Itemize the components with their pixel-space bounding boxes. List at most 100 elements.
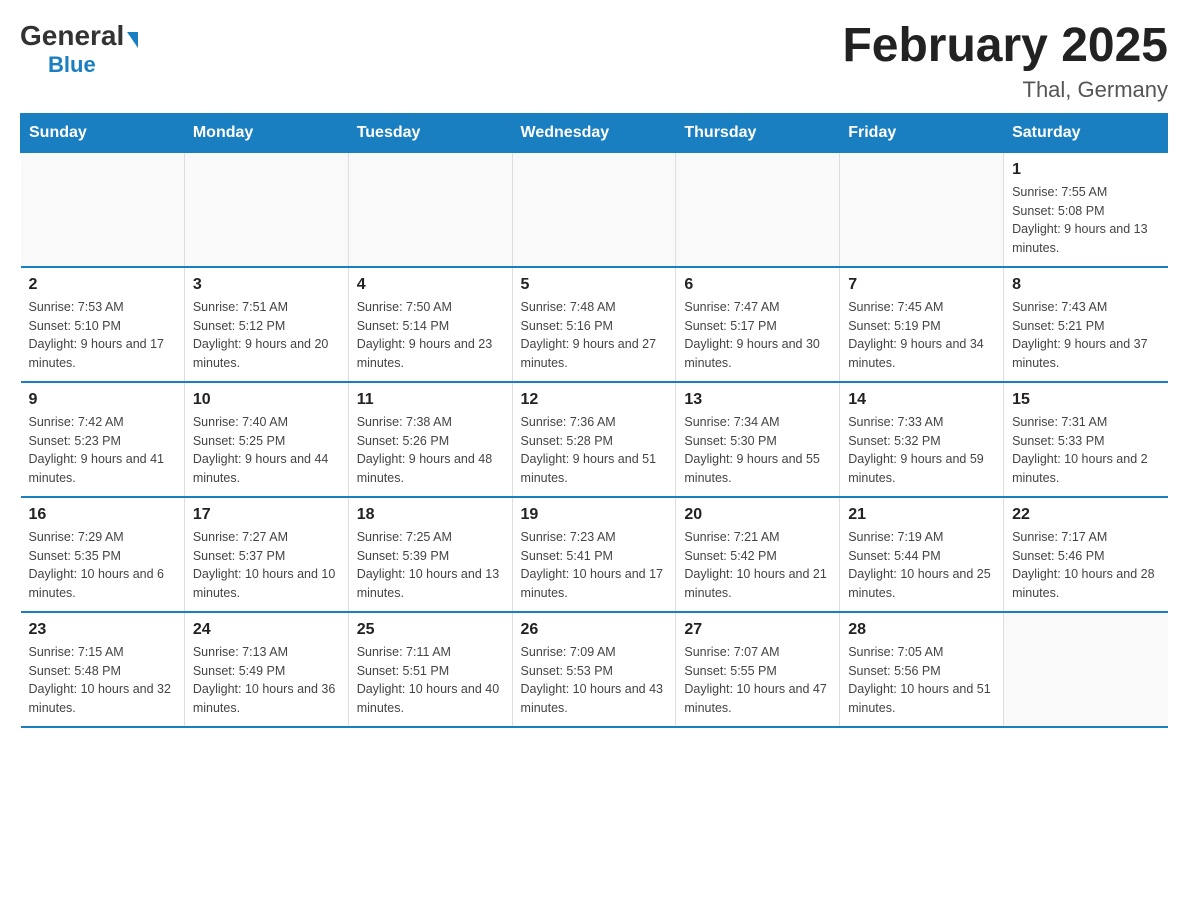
- day-info: Sunrise: 7:43 AM Sunset: 5:21 PM Dayligh…: [1012, 298, 1159, 373]
- day-info: Sunrise: 7:48 AM Sunset: 5:16 PM Dayligh…: [521, 298, 668, 373]
- day-info: Sunrise: 7:19 AM Sunset: 5:44 PM Dayligh…: [848, 528, 995, 603]
- day-of-week-header: Friday: [840, 113, 1004, 152]
- logo-general-text: General: [20, 20, 124, 52]
- day-number: 24: [193, 621, 340, 639]
- calendar-day-cell: 21 Sunrise: 7:19 AM Sunset: 5:44 PM Dayli…: [840, 497, 1004, 612]
- calendar-day-cell: [676, 152, 840, 267]
- day-info: Sunrise: 7:42 AM Sunset: 5:23 PM Dayligh…: [29, 413, 176, 488]
- calendar-day-cell: 15 Sunrise: 7:31 AM Sunset: 5:33 PM Dayli…: [1004, 382, 1168, 497]
- day-info: Sunrise: 7:29 AM Sunset: 5:35 PM Dayligh…: [29, 528, 176, 603]
- calendar-day-cell: 23 Sunrise: 7:15 AM Sunset: 5:48 PM Dayli…: [21, 612, 185, 727]
- calendar-table: SundayMondayTuesdayWednesdayThursdayFrid…: [20, 113, 1168, 728]
- calendar-day-cell: 6 Sunrise: 7:47 AM Sunset: 5:17 PM Daylig…: [676, 267, 840, 382]
- day-of-week-header: Wednesday: [512, 113, 676, 152]
- day-info: Sunrise: 7:23 AM Sunset: 5:41 PM Dayligh…: [521, 528, 668, 603]
- day-number: 15: [1012, 391, 1159, 409]
- calendar-week-row: 16 Sunrise: 7:29 AM Sunset: 5:35 PM Dayli…: [21, 497, 1168, 612]
- day-info: Sunrise: 7:15 AM Sunset: 5:48 PM Dayligh…: [29, 643, 176, 718]
- day-info: Sunrise: 7:50 AM Sunset: 5:14 PM Dayligh…: [357, 298, 504, 373]
- calendar-day-cell: [1004, 612, 1168, 727]
- day-number: 8: [1012, 276, 1159, 294]
- title-block: February 2025 Thal, Germany: [842, 20, 1168, 103]
- calendar-day-cell: 28 Sunrise: 7:05 AM Sunset: 5:56 PM Dayli…: [840, 612, 1004, 727]
- day-info: Sunrise: 7:45 AM Sunset: 5:19 PM Dayligh…: [848, 298, 995, 373]
- day-number: 17: [193, 506, 340, 524]
- calendar-day-cell: 5 Sunrise: 7:48 AM Sunset: 5:16 PM Daylig…: [512, 267, 676, 382]
- calendar-day-cell: [184, 152, 348, 267]
- day-number: 19: [521, 506, 668, 524]
- day-of-week-header: Saturday: [1004, 113, 1168, 152]
- day-number: 1: [1012, 161, 1159, 179]
- calendar-day-cell: 9Sunrise: 7:42 AM Sunset: 5:23 PM Daylig…: [21, 382, 185, 497]
- day-info: Sunrise: 7:07 AM Sunset: 5:55 PM Dayligh…: [684, 643, 831, 718]
- day-number: 18: [357, 506, 504, 524]
- logo-triangle-icon: [127, 32, 138, 48]
- day-number: 11: [357, 391, 504, 409]
- calendar-week-row: 2 Sunrise: 7:53 AM Sunset: 5:10 PM Daylig…: [21, 267, 1168, 382]
- day-info: Sunrise: 7:05 AM Sunset: 5:56 PM Dayligh…: [848, 643, 995, 718]
- calendar-day-cell: 25Sunrise: 7:11 AM Sunset: 5:51 PM Dayli…: [348, 612, 512, 727]
- calendar-day-cell: [512, 152, 676, 267]
- calendar-day-cell: 12 Sunrise: 7:36 AM Sunset: 5:28 PM Dayli…: [512, 382, 676, 497]
- calendar-body: 1 Sunrise: 7:55 AM Sunset: 5:08 PM Daylig…: [21, 152, 1168, 727]
- day-info: Sunrise: 7:33 AM Sunset: 5:32 PM Dayligh…: [848, 413, 995, 488]
- day-info: Sunrise: 7:40 AM Sunset: 5:25 PM Dayligh…: [193, 413, 340, 488]
- day-of-week-header: Tuesday: [348, 113, 512, 152]
- day-number: 5: [521, 276, 668, 294]
- day-info: Sunrise: 7:13 AM Sunset: 5:49 PM Dayligh…: [193, 643, 340, 718]
- day-number: 28: [848, 621, 995, 639]
- days-of-week-row: SundayMondayTuesdayWednesdayThursdayFrid…: [21, 113, 1168, 152]
- calendar-day-cell: 16 Sunrise: 7:29 AM Sunset: 5:35 PM Dayli…: [21, 497, 185, 612]
- day-info: Sunrise: 7:34 AM Sunset: 5:30 PM Dayligh…: [684, 413, 831, 488]
- day-info: Sunrise: 7:36 AM Sunset: 5:28 PM Dayligh…: [521, 413, 668, 488]
- calendar-day-cell: 8 Sunrise: 7:43 AM Sunset: 5:21 PM Daylig…: [1004, 267, 1168, 382]
- day-number: 10: [193, 391, 340, 409]
- day-number: 6: [684, 276, 831, 294]
- day-number: 16: [29, 506, 176, 524]
- day-info: Sunrise: 7:09 AM Sunset: 5:53 PM Dayligh…: [521, 643, 668, 718]
- calendar-day-cell: 20 Sunrise: 7:21 AM Sunset: 5:42 PM Dayli…: [676, 497, 840, 612]
- day-info: Sunrise: 7:53 AM Sunset: 5:10 PM Dayligh…: [29, 298, 176, 373]
- day-number: 13: [684, 391, 831, 409]
- calendar-day-cell: 4Sunrise: 7:50 AM Sunset: 5:14 PM Daylig…: [348, 267, 512, 382]
- calendar-week-row: 9Sunrise: 7:42 AM Sunset: 5:23 PM Daylig…: [21, 382, 1168, 497]
- calendar-day-cell: 14 Sunrise: 7:33 AM Sunset: 5:32 PM Dayli…: [840, 382, 1004, 497]
- calendar-week-row: 23 Sunrise: 7:15 AM Sunset: 5:48 PM Dayli…: [21, 612, 1168, 727]
- day-of-week-header: Monday: [184, 113, 348, 152]
- calendar-day-cell: 26 Sunrise: 7:09 AM Sunset: 5:53 PM Dayli…: [512, 612, 676, 727]
- calendar-day-cell: 27 Sunrise: 7:07 AM Sunset: 5:55 PM Dayli…: [676, 612, 840, 727]
- calendar-day-cell: 18Sunrise: 7:25 AM Sunset: 5:39 PM Dayli…: [348, 497, 512, 612]
- calendar-location: Thal, Germany: [842, 77, 1168, 103]
- day-info: Sunrise: 7:55 AM Sunset: 5:08 PM Dayligh…: [1012, 183, 1159, 258]
- day-info: Sunrise: 7:27 AM Sunset: 5:37 PM Dayligh…: [193, 528, 340, 603]
- day-number: 22: [1012, 506, 1159, 524]
- day-number: 21: [848, 506, 995, 524]
- day-of-week-header: Thursday: [676, 113, 840, 152]
- day-number: 14: [848, 391, 995, 409]
- day-number: 26: [521, 621, 668, 639]
- day-info: Sunrise: 7:38 AM Sunset: 5:26 PM Dayligh…: [357, 413, 504, 488]
- day-number: 20: [684, 506, 831, 524]
- page-header: General Blue February 2025 Thal, Germany: [20, 20, 1168, 103]
- day-info: Sunrise: 7:51 AM Sunset: 5:12 PM Dayligh…: [193, 298, 340, 373]
- day-info: Sunrise: 7:47 AM Sunset: 5:17 PM Dayligh…: [684, 298, 831, 373]
- calendar-week-row: 1 Sunrise: 7:55 AM Sunset: 5:08 PM Daylig…: [21, 152, 1168, 267]
- logo-blue-text: Blue: [48, 52, 96, 78]
- day-info: Sunrise: 7:31 AM Sunset: 5:33 PM Dayligh…: [1012, 413, 1159, 488]
- day-number: 7: [848, 276, 995, 294]
- day-of-week-header: Sunday: [21, 113, 185, 152]
- day-info: Sunrise: 7:21 AM Sunset: 5:42 PM Dayligh…: [684, 528, 831, 603]
- calendar-day-cell: 2 Sunrise: 7:53 AM Sunset: 5:10 PM Daylig…: [21, 267, 185, 382]
- day-number: 27: [684, 621, 831, 639]
- day-number: 12: [521, 391, 668, 409]
- calendar-header: SundayMondayTuesdayWednesdayThursdayFrid…: [21, 113, 1168, 152]
- calendar-day-cell: 24 Sunrise: 7:13 AM Sunset: 5:49 PM Dayli…: [184, 612, 348, 727]
- day-number: 2: [29, 276, 176, 294]
- day-number: 23: [29, 621, 176, 639]
- logo: General Blue: [20, 20, 138, 78]
- calendar-day-cell: 11 Sunrise: 7:38 AM Sunset: 5:26 PM Dayli…: [348, 382, 512, 497]
- calendar-title: February 2025: [842, 20, 1168, 73]
- calendar-day-cell: [840, 152, 1004, 267]
- day-number: 25: [357, 621, 504, 639]
- calendar-day-cell: 17 Sunrise: 7:27 AM Sunset: 5:37 PM Dayli…: [184, 497, 348, 612]
